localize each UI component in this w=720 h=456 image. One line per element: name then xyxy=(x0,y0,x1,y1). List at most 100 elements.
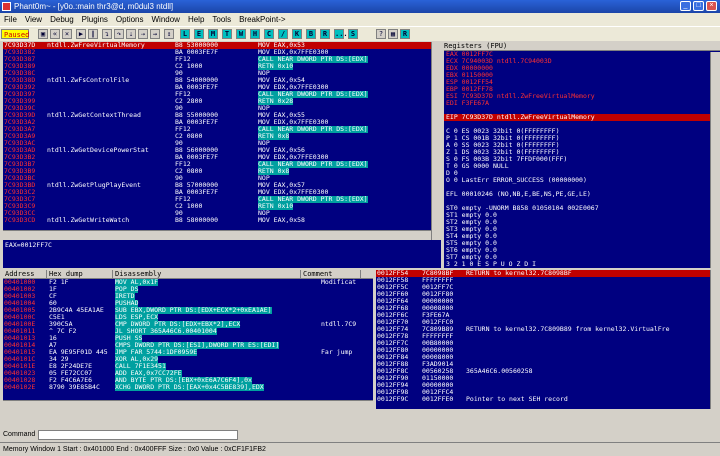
dump-hscrollbar[interactable] xyxy=(3,400,373,409)
menu-item-view[interactable]: View xyxy=(21,13,46,26)
restart-icon[interactable]: « xyxy=(50,29,60,39)
dump-cell: ntdll.7C9 xyxy=(321,320,357,328)
cpu-label: ntdll.ZwFsControlFile xyxy=(47,76,130,84)
cpu-row[interactable]: 7C93D3A9 C2 0800 RETN 0x8 xyxy=(3,133,431,140)
menu-item-file[interactable]: File xyxy=(0,13,21,26)
stack-row[interactable]: 0012FF9C 0012FFE0 Pointer to next SEH reco… xyxy=(376,396,710,403)
registers-pane[interactable]: Registers (FPU) EAX 0012FF7C ECX 7C94003D… xyxy=(444,42,720,268)
command-bar: Command xyxy=(0,428,720,442)
register-line[interactable]: EIP 7C93D37D ntdll.ZwFreeVirtualMemory xyxy=(444,114,720,121)
stack-cell: RETURN to kernel32.7C809B89 from kernel3… xyxy=(466,325,670,333)
window-button-4[interactable]: W xyxy=(236,29,246,39)
cpu-label: ntdll.ZwGetPlugPlayEvent xyxy=(47,181,141,189)
window-title: Phant0m~ - [y0o.:main thr3@d, m0dul3 ntd… xyxy=(14,2,174,11)
status-badge: Paused xyxy=(1,29,29,39)
cpu-row[interactable]: 7C93D387 FF12 CALL NEAR DWORD PTR DS:[EDX] xyxy=(3,56,431,63)
dump-row[interactable]: 0040102E 8790 39E85B4C XCHG DWORD PTR DS:[… xyxy=(3,384,373,391)
cpu-label: ntdll.ZwGetWriteWatch xyxy=(47,216,130,224)
register-line[interactable]: EDI F3FE67A xyxy=(444,100,720,107)
window-button-1[interactable]: E xyxy=(194,29,204,39)
dump-pane[interactable]: Address Hex dump Disassembly Comment 004010… xyxy=(3,270,373,400)
window-button-10[interactable]: R xyxy=(320,29,330,39)
cpu-row[interactable]: 7C93D389 C2 1000 RETN 0x10 xyxy=(3,63,431,70)
cpu-label: ntdll.ZwGetDevicePowerStat xyxy=(47,146,149,154)
cpu-scrollbar[interactable] xyxy=(431,42,441,240)
register-line[interactable]: O 0 LastErr ERROR_SUCCESS (00000000) xyxy=(444,177,720,184)
cpu-label: ntdll.ZwGetContextThread xyxy=(47,111,141,119)
cpu-row[interactable]: 7C93D399 C2 2800 RETN 0x28 xyxy=(3,98,431,105)
registers-scrollbar[interactable] xyxy=(710,52,720,268)
dump-cell: Modificat xyxy=(321,278,357,286)
stack-pane[interactable]: 0012FF54 7C8098BF RETURN to kernel32.7C809… xyxy=(376,270,710,409)
dump-cell: 0040102E xyxy=(4,383,36,391)
cpu-row[interactable]: 7C93D3A7 FF12 CALL NEAR DWORD PTR DS:[EDX] xyxy=(3,126,431,133)
menu-item-options[interactable]: Options xyxy=(112,13,148,26)
window-button-12[interactable]: S xyxy=(348,29,358,39)
status-bar: Memory Window 1 Start : 0x401000 End : 0… xyxy=(0,442,720,456)
stack-cell: Pointer to next SEH record xyxy=(466,395,568,403)
cpu-row[interactable]: 7C93D3C7 FF12 CALL NEAR DWORD PTR DS:[EDX] xyxy=(3,196,431,203)
help-icon[interactable]: ? xyxy=(376,29,386,39)
cpu-hex: B8 58000000 xyxy=(175,216,219,224)
execute-till-return-icon[interactable]: → xyxy=(150,29,160,39)
window-button-8[interactable]: K xyxy=(292,29,302,39)
window-button-5[interactable]: H xyxy=(250,29,260,39)
menu-item-window[interactable]: Window xyxy=(148,13,184,26)
grid-icon[interactable]: ▦ xyxy=(388,29,398,39)
close-debug-icon[interactable]: × xyxy=(62,29,72,39)
stack-cell: 0012FF9C xyxy=(377,395,409,403)
trace-over-icon[interactable]: ⇢ xyxy=(138,29,148,39)
toolbar: Paused ▣ « × ▶ ∥ ↴ ↷ ⇣ ⇢ → ↕ L E M T W H C / K B R… xyxy=(0,26,720,41)
maximize-button[interactable]: □ xyxy=(693,1,704,11)
run-icon[interactable]: ▶ xyxy=(76,29,86,39)
cpu-hscrollbar[interactable] xyxy=(3,230,431,240)
cpu-row[interactable]: 7C93D3C9 C2 1000 RETN 0x10 xyxy=(3,203,431,210)
cpu-row[interactable]: 7C93D3B9 C2 0800 RETN 0x8 xyxy=(3,168,431,175)
command-label: Command xyxy=(3,431,36,438)
open-icon[interactable]: ▣ xyxy=(38,29,48,39)
dump-cell: 8790 39E85B4C xyxy=(49,383,100,391)
stack-scrollbar[interactable] xyxy=(710,270,720,409)
menu-item-debug[interactable]: Debug xyxy=(46,13,78,26)
dump-cell: XCHG DWORD PTR DS:[EAX+0x4C5BE839],EDX xyxy=(115,383,264,391)
pause-icon[interactable]: ∥ xyxy=(88,29,98,39)
menu-item-breakpoint[interactable]: BreakPoint-> xyxy=(235,13,289,26)
menu-item-help[interactable]: Help xyxy=(184,13,208,26)
window-button-3[interactable]: T xyxy=(222,29,232,39)
cpu-row[interactable]: 7C93D3B7 FF12 CALL NEAR DWORD PTR DS:[EDX] xyxy=(3,161,431,168)
cpu-address: 7C93D3CD xyxy=(4,216,36,224)
minimize-button[interactable]: _ xyxy=(680,1,691,11)
dump-row[interactable]: 00401011 ^ 7C F2 JL SHORT 365A46C6.0040100… xyxy=(3,328,373,335)
cpu-disassembly-pane[interactable]: 7C93D37D ntdll.ZwFreeVirtualMemory B8 5300… xyxy=(3,42,431,230)
goto-icon[interactable]: ↕ xyxy=(164,29,174,39)
menu-item-tools[interactable]: Tools xyxy=(208,13,235,26)
window-button-6[interactable]: C xyxy=(264,29,274,39)
cpu-label: ntdll.ZwFreeVirtualMemory xyxy=(47,42,145,49)
stack-cell: RETURN to kernel32.7C8098BF xyxy=(466,270,572,277)
r-button[interactable]: R xyxy=(400,29,410,39)
cpu-row[interactable]: 7C93D397 FF12 CALL NEAR DWORD PTR DS:[EDX] xyxy=(3,91,431,98)
close-button[interactable]: × xyxy=(706,1,717,11)
register-line[interactable]: T 0 GS 0000 NULL xyxy=(444,163,720,170)
step-into-icon[interactable]: ↴ xyxy=(102,29,112,39)
step-over-icon[interactable]: ↷ xyxy=(114,29,124,39)
window-button-9[interactable]: B xyxy=(306,29,316,39)
dump-row[interactable]: 00401002 1F POP DS xyxy=(3,286,373,293)
dump-row[interactable]: 00401000 F2 1F MOV AL,0x1F Modificat xyxy=(3,279,373,286)
dump-cell: Far jump xyxy=(321,348,353,356)
window-button-11[interactable]: ... xyxy=(334,29,348,39)
cpu-asm: MOV EAX,0x58 xyxy=(258,216,305,224)
title-bar: Phant0m~ - [y0o.:main thr3@d, m0dul3 ntd… xyxy=(0,0,720,13)
command-input[interactable] xyxy=(38,430,238,440)
info-line: EAX=0012FF7C xyxy=(5,241,52,249)
menu-item-plugins[interactable]: Plugins xyxy=(78,13,112,26)
info-pane: EAX=0012FF7C xyxy=(3,240,441,268)
window-button-7[interactable]: / xyxy=(278,29,288,39)
stack-cell: 365A46C6.00560258 xyxy=(466,367,533,375)
register-line[interactable]: EFL 00010246 (NO,NB,E,BE,NS,PE,GE,LE) xyxy=(444,191,720,198)
cpu-row[interactable]: 7C93D3CD ntdll.ZwGetWriteWatch B8 58000000… xyxy=(3,217,431,224)
window-button-2[interactable]: M xyxy=(208,29,218,39)
trace-into-icon[interactable]: ⇣ xyxy=(126,29,136,39)
dump-row[interactable]: 00401003 CF IRETD xyxy=(3,293,373,300)
window-button-0[interactable]: L xyxy=(180,29,190,39)
